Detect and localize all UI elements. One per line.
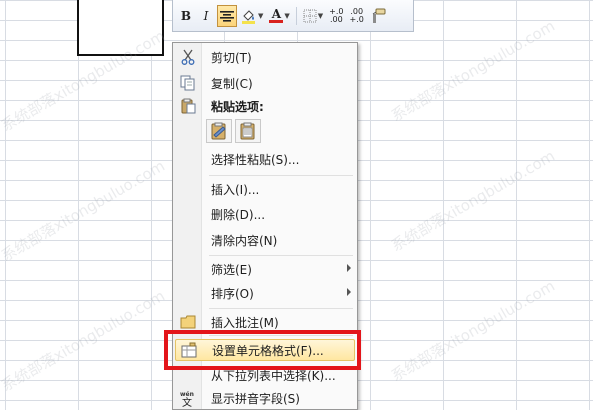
paste-icon — [175, 95, 201, 117]
paste-option-keep-formatting[interactable] — [206, 119, 232, 143]
menu-item-label: 选择性粘贴(S)... — [211, 152, 300, 167]
menu-item-sort[interactable]: 排序(O) — [175, 282, 355, 304]
menu-item-icon-placeholder — [175, 203, 201, 225]
borders-button[interactable]: ▼ — [301, 5, 325, 27]
menu-item-label: 清除内容(N) — [211, 233, 278, 248]
menu-item-label: 排序(O) — [211, 286, 254, 301]
menu-item-label: 剪切(T) — [211, 50, 252, 65]
menu-item-delete[interactable]: 删除(D)... — [175, 203, 355, 225]
menu-item-paste-options: 粘贴选项: — [175, 95, 355, 117]
borders-icon — [303, 9, 317, 22]
selected-cell[interactable] — [77, 0, 164, 56]
menu-item-label: 设置单元格格式(F)... — [212, 343, 324, 358]
menu-item-filter[interactable]: 筛选(E) — [175, 258, 355, 280]
bold-button[interactable]: B — [177, 5, 195, 27]
fill-color-icon — [242, 9, 255, 24]
menu-item-label: 插入批注(M) — [211, 315, 279, 330]
scissors-icon — [175, 46, 201, 68]
menu-item-label: 筛选(E) — [211, 262, 252, 277]
menu-divider — [209, 335, 353, 336]
menu-item-paste-special[interactable]: 选择性粘贴(S)... — [175, 148, 355, 170]
menu-item-label: 从下拉列表中选择(K)... — [211, 368, 336, 383]
align-center-icon — [220, 10, 234, 22]
menu-item-icon-placeholder — [175, 258, 201, 280]
comment-icon — [175, 311, 201, 333]
chevron-down-icon: ▼ — [317, 11, 324, 20]
chevron-down-icon: ▼ — [258, 11, 264, 20]
format-cells-icon — [176, 339, 202, 361]
align-center-button[interactable] — [217, 4, 237, 27]
menu-item-icon-placeholder — [175, 229, 201, 251]
menu-item-clear-contents[interactable]: 清除内容(N) — [175, 229, 355, 251]
increase-decimal-button[interactable]: +.0 .00 — [327, 5, 345, 27]
menu-item-icon-placeholder — [175, 178, 201, 200]
mini-toolbar: B I ▼ A ▼ ▼ +.0 .00 .00 +.0 — [172, 0, 414, 32]
phonetic-icon: wén 文 — [175, 387, 201, 409]
format-painter-icon — [372, 8, 386, 23]
menu-item-copy[interactable]: 复制(C) — [175, 72, 355, 94]
chevron-down-icon: ▼ — [284, 11, 290, 20]
menu-item-format-cells[interactable]: 设置单元格格式(F)... — [175, 339, 355, 361]
menu-item-icon-placeholder — [175, 282, 201, 304]
svg-text:文: 文 — [182, 396, 192, 407]
menu-divider — [209, 255, 353, 256]
paste-option-values[interactable] — [235, 119, 261, 143]
menu-item-insert-comment[interactable]: 插入批注(M) — [175, 311, 355, 333]
menu-item-cut[interactable]: 剪切(T) — [175, 46, 355, 68]
copy-icon — [175, 72, 201, 94]
menu-item-insert[interactable]: 插入(I)... — [175, 178, 355, 200]
menu-divider — [209, 175, 353, 176]
paste-option-values-icon — [240, 122, 255, 140]
format-painter-button[interactable] — [368, 5, 388, 27]
paste-option-keep-formatting-icon — [211, 122, 226, 140]
increase-decimal-sub: .00 — [329, 14, 343, 24]
font-color-swatch — [269, 20, 284, 23]
chevron-right-icon — [347, 288, 351, 296]
decrease-decimal-button[interactable]: .00 +.0 — [348, 5, 366, 27]
menu-item-icon-placeholder — [175, 364, 201, 386]
menu-item-label: 插入(I)... — [211, 182, 260, 197]
chevron-right-icon — [347, 264, 351, 272]
menu-item-label: 复制(C) — [211, 76, 253, 91]
italic-button[interactable]: I — [197, 5, 215, 27]
svg-text:wén: wén — [180, 391, 194, 398]
menu-item-pick-from-list[interactable]: 从下拉列表中选择(K)... — [175, 364, 355, 386]
font-color-icon: A — [271, 7, 282, 21]
menu-item-label: 显示拼音字段(S) — [211, 391, 300, 406]
menu-item-show-phonetic[interactable]: wén 文 显示拼音字段(S) — [175, 387, 355, 409]
menu-item-label: 删除(D)... — [211, 207, 266, 222]
fill-color-button[interactable]: ▼ — [239, 5, 265, 27]
menu-header-label: 粘贴选项: — [211, 99, 264, 114]
decrease-decimal-sub: +.0 — [349, 14, 364, 24]
context-menu: 剪切(T) 复制(C) 粘贴选项: 选择性粘贴(S)... 插入(I)... 删… — [172, 42, 358, 410]
font-color-button[interactable]: A ▼ — [267, 5, 291, 27]
menu-item-icon-placeholder — [175, 148, 201, 170]
toolbar-divider — [295, 6, 297, 25]
menu-divider — [209, 308, 353, 309]
